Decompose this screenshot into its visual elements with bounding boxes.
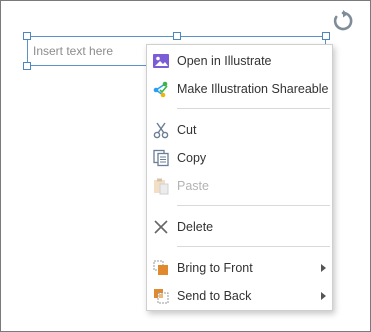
menu-item-label: Delete: [177, 220, 214, 234]
menu-separator: [177, 205, 330, 206]
canvas-frame: Insert text here Open in Illustrate Make: [0, 0, 371, 332]
paste-icon: [154, 178, 169, 195]
rotate-icon[interactable]: [332, 10, 354, 32]
menu-item-label: Send to Back: [177, 289, 252, 303]
menu-item-copy[interactable]: Copy: [147, 145, 332, 171]
share-network-icon: [153, 81, 168, 98]
resize-handle-bottom-left[interactable]: [23, 62, 31, 70]
context-menu: Open in Illustrate Make Illustration Sha…: [146, 44, 333, 311]
menu-item-label: Cut: [177, 123, 197, 137]
menu-item-label: Bring to Front: [177, 261, 253, 275]
menu-item-label: Open in Illustrate: [177, 54, 272, 68]
menu-item-bring-to-front[interactable]: Bring to Front: [147, 255, 332, 281]
bring-to-front-icon: [153, 260, 168, 275]
menu-item-paste: Paste: [147, 173, 332, 199]
copy-icon: [153, 149, 169, 167]
resize-handle-top-left[interactable]: [23, 32, 31, 40]
menu-separator: [177, 246, 330, 247]
delete-x-icon: [154, 220, 168, 234]
menu-item-label: Paste: [177, 179, 209, 193]
menu-item-make-illustration-shareable[interactable]: Make Illustration Shareable: [147, 76, 332, 102]
menu-item-cut[interactable]: Cut: [147, 117, 332, 143]
submenu-arrow-icon: [321, 292, 326, 300]
illustrate-icon: [153, 54, 169, 68]
text-box-placeholder: Insert text here: [33, 44, 114, 58]
menu-separator: [177, 108, 330, 109]
menu-item-delete[interactable]: Delete: [147, 214, 332, 240]
menu-item-label: Copy: [177, 151, 207, 165]
menu-item-label: Make Illustration Shareable: [177, 82, 329, 96]
scissors-icon: [153, 122, 169, 139]
menu-item-send-to-back[interactable]: Send to Back: [147, 283, 332, 309]
menu-item-open-in-illustrate[interactable]: Open in Illustrate: [147, 48, 332, 74]
resize-handle-top-middle[interactable]: [173, 32, 181, 40]
submenu-arrow-icon: [321, 264, 326, 272]
resize-handle-top-right[interactable]: [322, 32, 330, 40]
send-to-back-icon: [154, 289, 169, 304]
